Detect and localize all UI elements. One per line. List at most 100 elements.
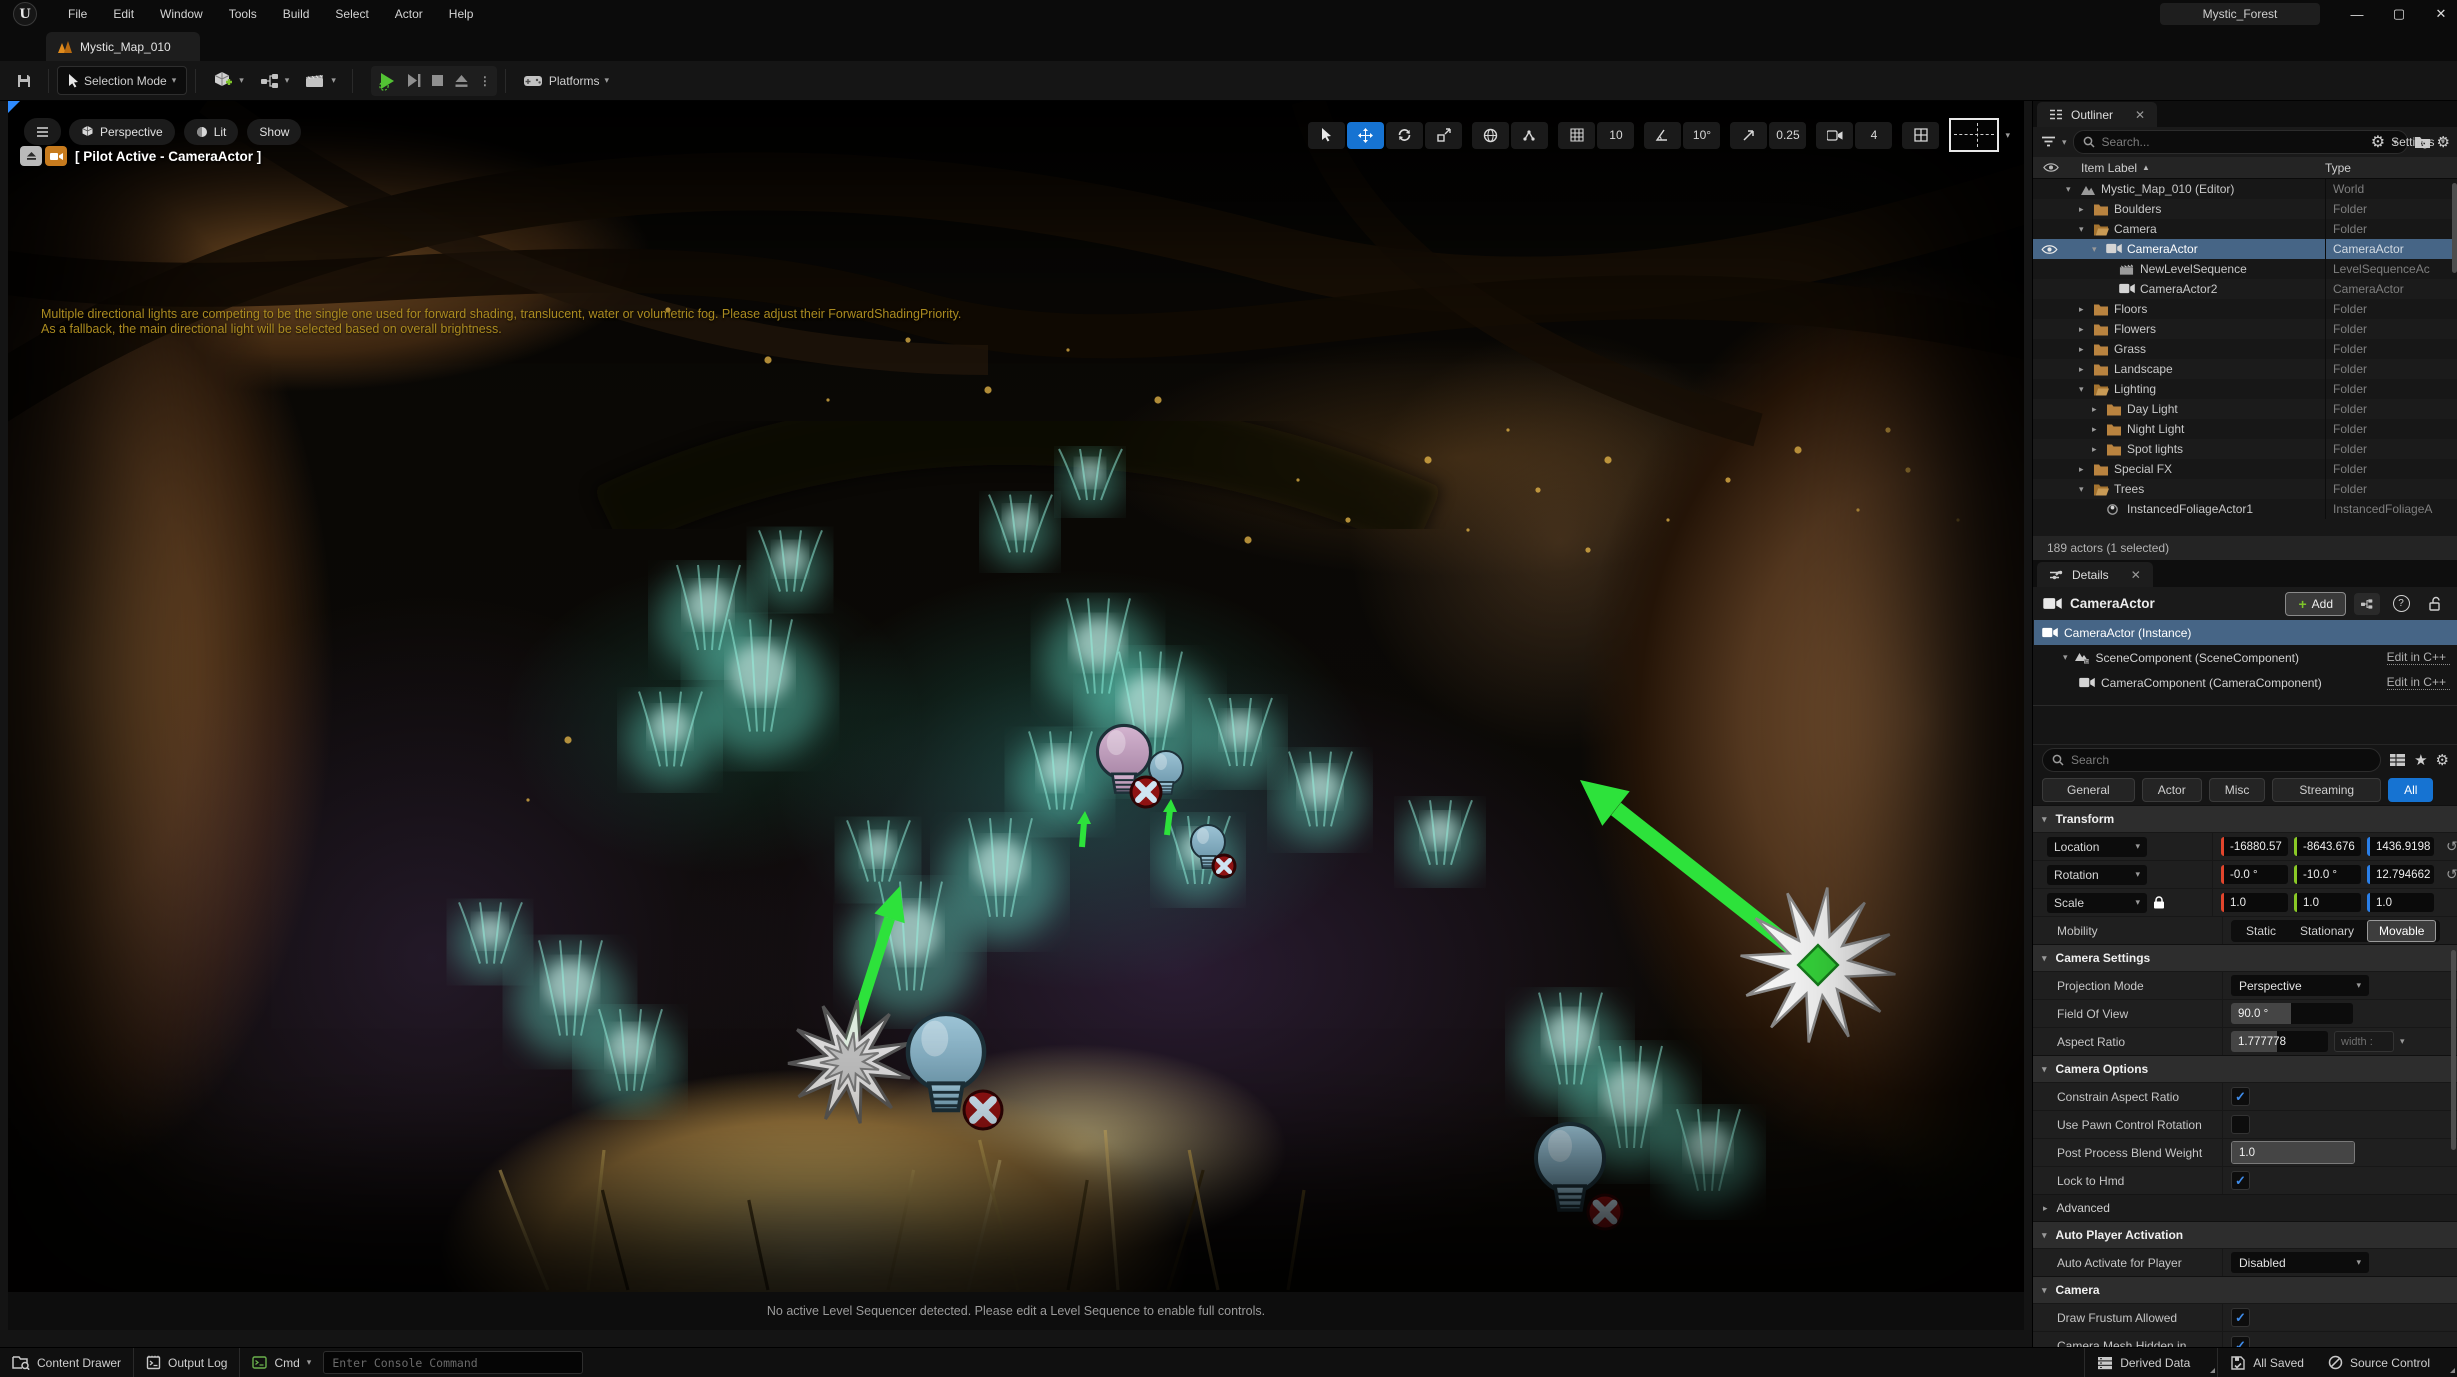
scale-snap-toggle[interactable]: [1730, 122, 1767, 149]
rotation-z-field[interactable]: 12.794662: [2367, 865, 2434, 884]
outliner-row-mystic-map-010-editor-[interactable]: ▾Mystic_Map_010 (Editor)World: [2033, 179, 2457, 199]
filter-chevron[interactable]: ▾: [2062, 137, 2067, 148]
outliner-row-landscape[interactable]: ▸LandscapeFolder: [2033, 359, 2457, 379]
quad-view-button[interactable]: [1902, 122, 1939, 149]
rotation-x-field[interactable]: -0.0 °: [2221, 865, 2288, 884]
aspect-ratio-field[interactable]: 1.777778: [2231, 1031, 2328, 1052]
console-command-input[interactable]: Enter Console Command: [323, 1351, 583, 1374]
display-filter-icon[interactable]: [2389, 753, 2406, 767]
category-auto-player-activation[interactable]: ▾Auto Player Activation: [2033, 1221, 2457, 1248]
expand-arrow-icon[interactable]: ▸: [2092, 424, 2097, 435]
outliner-row-special-fx[interactable]: ▸Special FXFolder: [2033, 459, 2457, 479]
outliner-row-lighting[interactable]: ▾LightingFolder: [2033, 379, 2457, 399]
details-scrollbar[interactable]: [2451, 950, 2456, 1150]
details-settings-gear-icon[interactable]: ⚙: [2436, 751, 2449, 769]
auto-activate-for-player-dropdown[interactable]: Disabled▾: [2231, 1252, 2369, 1273]
details-search-input[interactable]: Search: [2042, 748, 2381, 772]
outliner-row-camera[interactable]: ▾CameraFolder: [2033, 219, 2457, 239]
draw-frustum-allowed-checkbox[interactable]: ✓: [2231, 1308, 2250, 1327]
location-axis-dropdown[interactable]: Location▾: [2047, 837, 2147, 857]
expand-arrow-icon[interactable]: ▾: [2066, 184, 2071, 195]
point-light-bulb-gizmo[interactable]: [1536, 1124, 1604, 1210]
outliner-scrollbar[interactable]: [2452, 183, 2457, 273]
close-icon[interactable]: ✕: [2433, 6, 2449, 22]
play-options-dots[interactable]: ⋮: [479, 74, 491, 88]
expand-arrow-icon[interactable]: ▸: [2079, 304, 2084, 315]
move-tool-button[interactable]: [1347, 122, 1384, 149]
menu-build[interactable]: Build: [270, 0, 323, 28]
selection-mode-dropdown[interactable]: Selection Mode▾: [57, 66, 187, 95]
show-dropdown[interactable]: Show: [247, 119, 301, 145]
eject-icon[interactable]: [454, 74, 469, 88]
blueprints-button[interactable]: ▾: [252, 67, 298, 95]
rotation-y-field[interactable]: -10.0 °: [2294, 865, 2361, 884]
projection-mode-dropdown[interactable]: Perspective▾: [2231, 975, 2369, 996]
menu-edit[interactable]: Edit: [100, 0, 147, 28]
outliner-row-spot-lights[interactable]: ▸Spot lightsFolder: [2033, 439, 2457, 459]
add-actor-button[interactable]: ▾: [204, 67, 252, 95]
output-log-button[interactable]: Output Log: [134, 1348, 239, 1377]
outliner-row-trees[interactable]: ▾TreesFolder: [2033, 479, 2457, 499]
source-control-button[interactable]: Source Control: [2316, 1348, 2457, 1377]
menu-tools[interactable]: Tools: [216, 0, 270, 28]
select-tool-button[interactable]: [1308, 122, 1345, 149]
expand-arrow-icon[interactable]: ▾: [2079, 224, 2084, 235]
location-z-field[interactable]: 1436.9198: [2367, 837, 2434, 856]
expand-arrow-icon[interactable]: ▸: [2079, 364, 2084, 375]
details-tab-misc[interactable]: Misc: [2209, 778, 2266, 802]
expand-arrow-icon[interactable]: ▾: [2063, 652, 2068, 663]
component-row-0[interactable]: CameraActor (Instance): [2034, 620, 2457, 645]
category-transform[interactable]: ▾Transform: [2033, 805, 2457, 832]
menu-help[interactable]: Help: [436, 0, 487, 28]
edit-in-cpp-link[interactable]: Edit in C++: [2387, 650, 2450, 665]
expand-arrow-icon[interactable]: ▾: [2079, 484, 2084, 495]
column-type[interactable]: Type: [2325, 161, 2351, 175]
favorites-star-icon[interactable]: ★: [2414, 751, 2427, 769]
scale-snap-value[interactable]: 0.25: [1769, 122, 1806, 149]
expand-arrow-icon[interactable]: ▸: [2079, 324, 2084, 335]
details-tab-general[interactable]: General: [2042, 778, 2135, 802]
use-pawn-control-rotation-checkbox[interactable]: [2231, 1115, 2250, 1134]
maximize-icon[interactable]: ▢: [2391, 6, 2407, 22]
category-camera[interactable]: ▾Camera: [2033, 1276, 2457, 1303]
rotation-axis-dropdown[interactable]: Rotation▾: [2047, 865, 2147, 885]
surface-snapping-button[interactable]: [1511, 122, 1548, 149]
rotation-snap-value[interactable]: 10°: [1683, 122, 1720, 149]
tab-outliner[interactable]: Outliner ✕: [2037, 102, 2157, 127]
lit-mode-dropdown[interactable]: Lit: [184, 119, 239, 145]
rotate-tool-button[interactable]: [1386, 122, 1423, 149]
tab-details[interactable]: Details ✕: [2037, 562, 2153, 587]
viewport-options-menu[interactable]: [24, 118, 61, 145]
outliner-row-newlevelsequence[interactable]: NewLevelSequenceLevelSequenceAc: [2033, 259, 2457, 279]
details-tab-streaming[interactable]: Streaming: [2272, 778, 2381, 802]
filter-icon[interactable]: [2041, 136, 2056, 148]
camera-speed-value[interactable]: 4: [1855, 122, 1892, 149]
stop-icon[interactable]: [431, 74, 444, 87]
play-icon[interactable]: [377, 71, 397, 91]
skip-icon[interactable]: [407, 73, 421, 88]
unlocked-icon[interactable]: [2422, 593, 2448, 615]
expand-arrow-icon[interactable]: ▸: [2079, 344, 2084, 355]
reset-to-default-icon[interactable]: ↺: [2446, 838, 2457, 855]
outliner-row-cameraactor2[interactable]: CameraActor2CameraActor: [2033, 279, 2457, 299]
mobility-option-static[interactable]: Static: [2235, 921, 2287, 941]
viewport-size-chevron[interactable]: ▾: [2005, 130, 2010, 141]
category-camera-options[interactable]: ▾Camera Options: [2033, 1055, 2457, 1082]
expand-arrow-icon[interactable]: ▸: [2092, 404, 2097, 415]
location-x-field[interactable]: -16880.57: [2221, 837, 2288, 856]
outliner-row-night-light[interactable]: ▸Night LightFolder: [2033, 419, 2457, 439]
tab-level[interactable]: Mystic_Map_010: [46, 32, 200, 61]
help-icon[interactable]: ?: [2388, 593, 2414, 615]
outliner-row-cameraactor[interactable]: ▾CameraActorCameraActor: [2033, 239, 2457, 259]
constrain-aspect-ratio-checkbox[interactable]: ✓: [2231, 1087, 2250, 1106]
cinematics-button[interactable]: ▾: [297, 67, 344, 95]
level-viewport[interactable]: Perspective Lit Show [ Pil: [8, 100, 2024, 1330]
component-row-1[interactable]: ▾ClSceneComponent (SceneComponent)Edit i…: [2033, 645, 2457, 670]
forest-scene[interactable]: Perspective Lit Show [ Pil: [8, 100, 2024, 1292]
screen-percentage-box[interactable]: [1949, 118, 1999, 152]
scale-z-field[interactable]: 1.0: [2367, 893, 2434, 912]
expand-arrow-icon[interactable]: ▾: [2079, 384, 2084, 395]
expand-arrow-icon[interactable]: ▸: [2092, 444, 2097, 455]
cmd-dropdown[interactable]: Cmd▾: [240, 1348, 323, 1377]
outliner-row-boulders[interactable]: ▸BouldersFolder: [2033, 199, 2457, 219]
